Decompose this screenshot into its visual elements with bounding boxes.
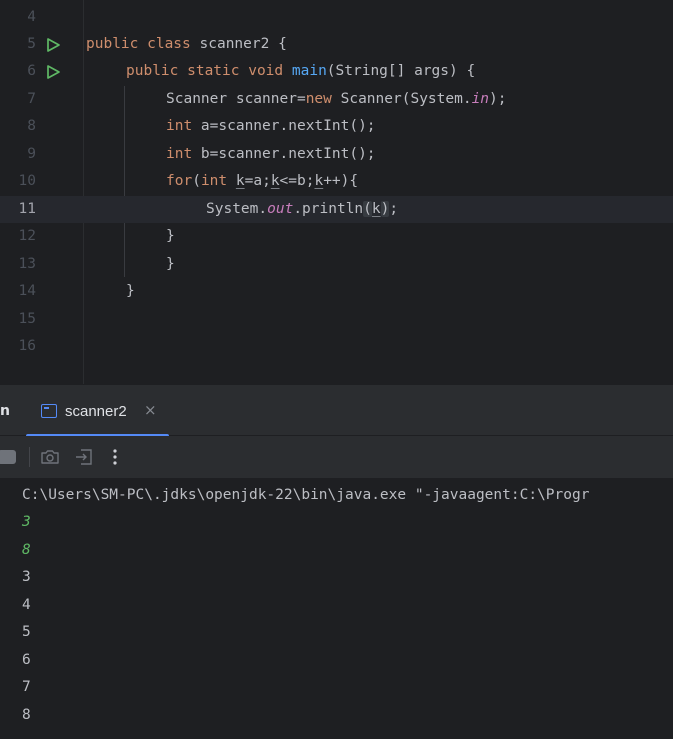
line-number: 11 (18, 201, 36, 217)
code-line-11-current: 11 System.out.println(k); (0, 196, 673, 223)
close-icon[interactable]: × (144, 401, 157, 419)
code-text: int b=scanner.nextInt(); (166, 146, 376, 162)
console-line: 8 (22, 707, 31, 723)
toolbar-separator (29, 447, 30, 467)
line-number: 10 (18, 173, 36, 189)
console-icon (41, 404, 57, 418)
run-gutter-icon[interactable] (45, 37, 61, 53)
code-line-16: 16 (0, 333, 673, 360)
code-text: } (166, 228, 175, 244)
code-text: Scanner scanner=new Scanner(System.in); (166, 91, 507, 107)
stop-icon[interactable] (0, 447, 20, 467)
code-text: public static void main(String[] args) { (126, 63, 476, 79)
code-editor[interactable]: 4 5 public class scanner2 { 6 public sta… (0, 0, 673, 384)
tool-window-title: n (0, 403, 10, 419)
code-line-4: 4 (0, 4, 673, 31)
console-line: 5 (22, 624, 31, 640)
code-text: System.out.println(k); (206, 201, 399, 217)
line-number: 9 (27, 146, 36, 162)
console-line: 7 (22, 679, 31, 695)
line-number: 14 (18, 283, 36, 299)
line-number: 15 (18, 311, 36, 327)
code-line-7: 7 Scanner scanner=new Scanner(System.in)… (0, 86, 673, 113)
console-line: 4 (22, 597, 31, 613)
console-line: 6 (22, 652, 31, 668)
code-text: public class scanner2 { (86, 36, 287, 52)
code-text: } (126, 283, 135, 299)
code-text: int a=scanner.nextInt(); (166, 118, 376, 134)
console-user-input: 3 (22, 514, 31, 530)
code-line-9: 9 int b=scanner.nextInt(); (0, 141, 673, 168)
tab-scanner2[interactable]: scanner2 × (26, 385, 169, 438)
code-line-13: 13 } (0, 251, 673, 278)
code-line-6: 6 public static void main(String[] args)… (0, 58, 673, 85)
more-vertical-icon[interactable] (105, 447, 125, 467)
code-line-15: 15 (0, 306, 673, 333)
line-number: 6 (27, 63, 36, 79)
line-number: 13 (18, 256, 36, 272)
code-line-14: 14 } (0, 278, 673, 305)
console-line: C:\Users\SM-PC\.jdks\openjdk-22\bin\java… (22, 487, 590, 503)
code-line-8: 8 int a=scanner.nextInt(); (0, 113, 673, 140)
tab-label: scanner2 (65, 403, 127, 420)
console-output[interactable]: C:\Users\SM-PC\.jdks\openjdk-22\bin\java… (0, 480, 673, 739)
run-gutter-icon[interactable] (45, 64, 61, 80)
code-text: for(int k=a;k<=b;k++){ (166, 173, 359, 189)
line-number: 16 (18, 338, 36, 354)
line-number: 7 (27, 91, 36, 107)
console-user-input: 8 (22, 542, 31, 558)
run-tool-header: n scanner2 × (0, 384, 673, 438)
code-line-5: 5 public class scanner2 { (0, 31, 673, 58)
code-line-12: 12 } (0, 223, 673, 250)
restore-layout-icon[interactable] (74, 447, 94, 467)
line-number: 12 (18, 228, 36, 244)
line-number: 4 (27, 9, 36, 25)
code-text: } (166, 256, 175, 272)
console-line: 3 (22, 569, 31, 585)
line-number: 5 (27, 36, 36, 52)
run-toolbar (0, 436, 673, 479)
code-line-10: 10 for(int k=a;k<=b;k++){ (0, 168, 673, 195)
line-number: 8 (27, 118, 36, 134)
camera-icon[interactable] (40, 447, 60, 467)
